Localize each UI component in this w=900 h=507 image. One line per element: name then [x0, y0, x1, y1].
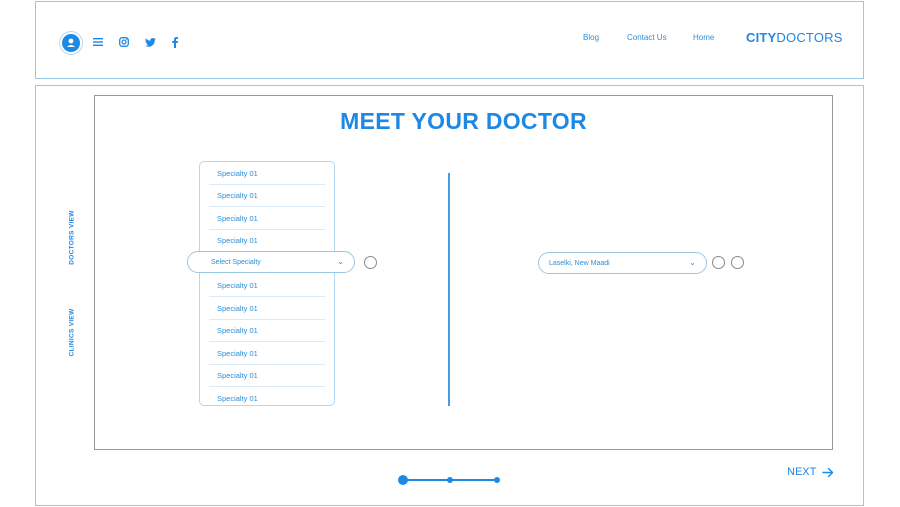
tab-doctors-view[interactable]: DOCTORS VIEW: [69, 208, 76, 268]
radio-option[interactable]: [731, 256, 744, 269]
list-item-specialty[interactable]: Specialty 01: [217, 169, 258, 178]
list-item-specialty[interactable]: Specialty 01: [217, 281, 258, 290]
list-separator: [209, 386, 325, 387]
tab-clinics-view[interactable]: CLINICS VIEW: [69, 303, 76, 363]
chevron-down-icon: ⌄: [689, 258, 696, 267]
next-label: NEXT: [787, 466, 817, 478]
page-title: MEET YOUR DOCTOR: [340, 108, 587, 134]
step-dot[interactable]: [447, 477, 453, 483]
list-separator: [209, 184, 325, 185]
step-dot-active[interactable]: [398, 475, 408, 485]
facebook-icon[interactable]: [170, 36, 180, 48]
nav-home[interactable]: Home: [693, 33, 714, 42]
list-separator: [209, 229, 325, 230]
nav-contact-us[interactable]: Contact Us: [627, 33, 667, 42]
specialty-select[interactable]: Select Specialty ⌄: [187, 251, 355, 273]
list-separator: [209, 364, 325, 365]
radio-option[interactable]: [364, 256, 377, 269]
list-separator: [209, 319, 325, 320]
location-select-value: Laselki, New Maadi: [549, 259, 610, 267]
list-item-specialty[interactable]: Specialty 01: [217, 236, 258, 245]
header-bar: [35, 1, 864, 79]
step-dot[interactable]: [494, 477, 500, 483]
list-item-specialty[interactable]: Specialty 01: [217, 394, 258, 403]
specialty-dropdown-list: Specialty 01 Specialty 01 Specialty 01 S…: [199, 161, 335, 406]
brand-rest: DOCTORS: [776, 30, 843, 45]
specialty-select-value: Select Specialty: [211, 258, 261, 266]
user-avatar-button[interactable]: [62, 34, 80, 52]
menu-icon[interactable]: [92, 37, 104, 47]
brand-logo[interactable]: CITYDOCTORS: [746, 30, 843, 45]
nav-blog[interactable]: Blog: [583, 33, 599, 42]
list-item-specialty[interactable]: Specialty 01: [217, 371, 258, 380]
location-select[interactable]: Laselki, New Maadi ⌄: [538, 252, 707, 274]
list-separator: [209, 341, 325, 342]
brand-bold: CITY: [746, 30, 777, 45]
list-separator: [209, 206, 325, 207]
list-item-specialty[interactable]: Specialty 01: [217, 304, 258, 313]
twitter-icon[interactable]: [144, 37, 156, 47]
list-separator: [209, 296, 325, 297]
radio-option[interactable]: [712, 256, 725, 269]
list-item-specialty[interactable]: Specialty 01: [217, 191, 258, 200]
list-item-specialty[interactable]: Specialty 01: [217, 326, 258, 335]
arrow-right-icon: [822, 467, 834, 477]
user-icon: [67, 38, 75, 47]
column-divider: [448, 173, 450, 406]
instagram-icon[interactable]: [118, 36, 130, 48]
list-item-specialty[interactable]: Specialty 01: [217, 349, 258, 358]
next-button[interactable]: NEXT: [787, 466, 834, 478]
list-item-specialty[interactable]: Specialty 01: [217, 214, 258, 223]
chevron-down-icon: ⌄: [337, 257, 344, 266]
